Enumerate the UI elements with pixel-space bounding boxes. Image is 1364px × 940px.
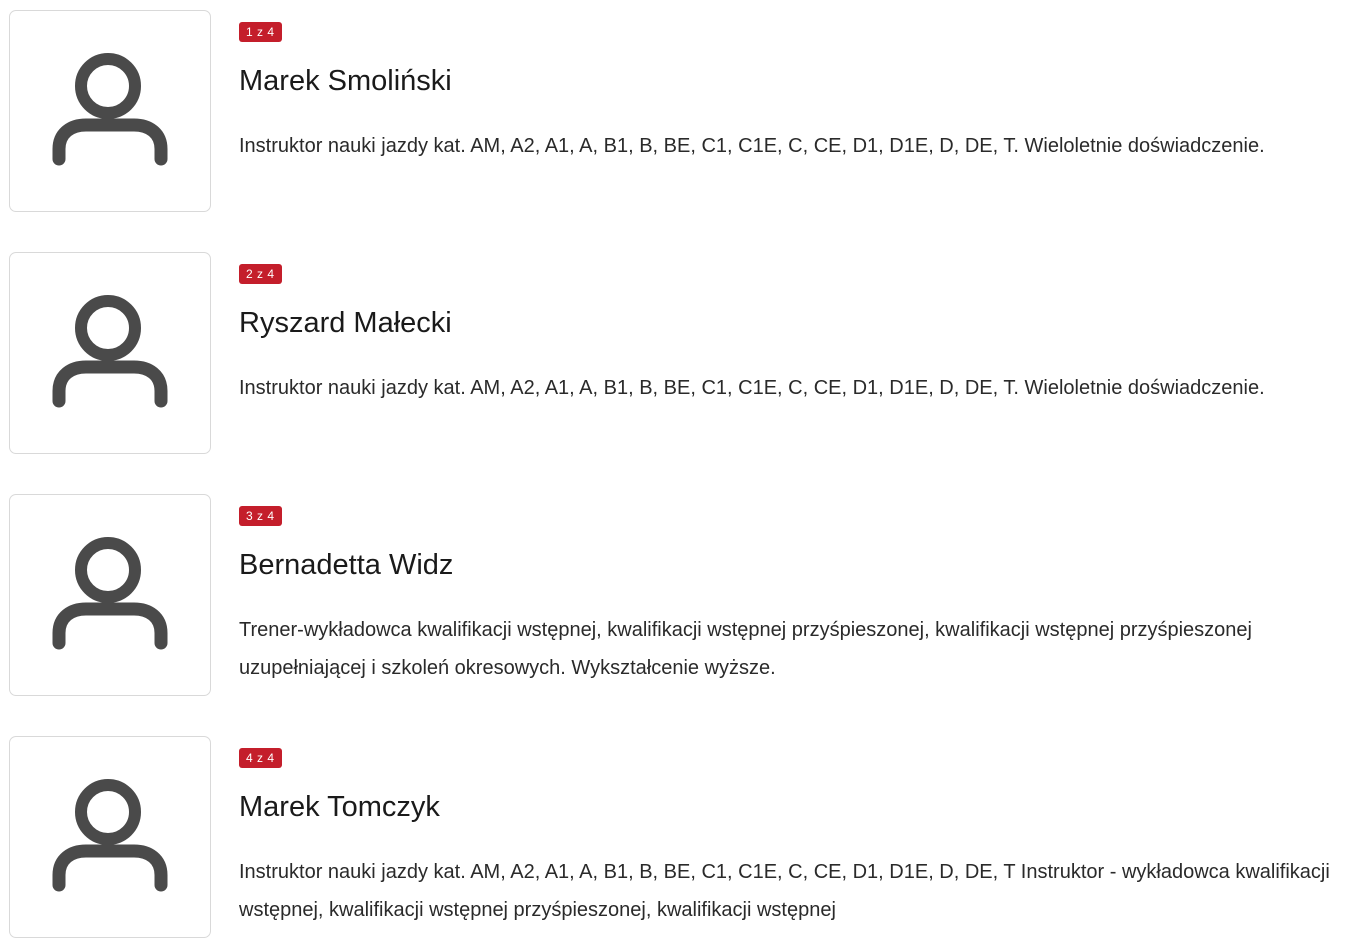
staff-name: Bernadetta Widz [239,549,454,581]
avatar [9,252,211,454]
user-outline-icon [52,779,168,892]
staff-item: 3 z 4 Bernadetta Widz Trener-wykładowca … [0,494,1364,698]
user-outline-icon [52,537,168,650]
staff-item: 2 z 4 Ryszard Małecki Instruktor nauki j… [0,252,1364,456]
staff-name: Marek Smoliński [239,65,452,97]
staff-counter-badge: 4 z 4 [239,748,282,768]
user-outline-icon [52,53,168,166]
staff-counter-badge: 1 z 4 [239,22,282,42]
user-outline-icon [52,295,168,408]
staff-name: Marek Tomczyk [239,791,440,823]
staff-counter-badge: 2 z 4 [239,264,282,284]
staff-description: Instruktor nauki jazdy kat. AM, A2, A1, … [239,861,1330,921]
staff-item: 4 z 4 Marek Tomczyk Instruktor nauki jaz… [0,736,1364,940]
staff-item: 1 z 4 Marek Smoliński Instruktor nauki j… [0,10,1364,214]
staff-description: Instruktor nauki jazdy kat. AM, A2, A1, … [239,377,1265,399]
staff-name: Ryszard Małecki [239,307,452,339]
staff-counter-badge: 3 z 4 [239,506,282,526]
avatar [9,494,211,696]
staff-description: Instruktor nauki jazdy kat. AM, A2, A1, … [239,135,1265,157]
staff-description: Trener-wykładowca kwalifikacji wstępnej,… [239,619,1252,679]
avatar [9,736,211,938]
avatar [9,10,211,212]
